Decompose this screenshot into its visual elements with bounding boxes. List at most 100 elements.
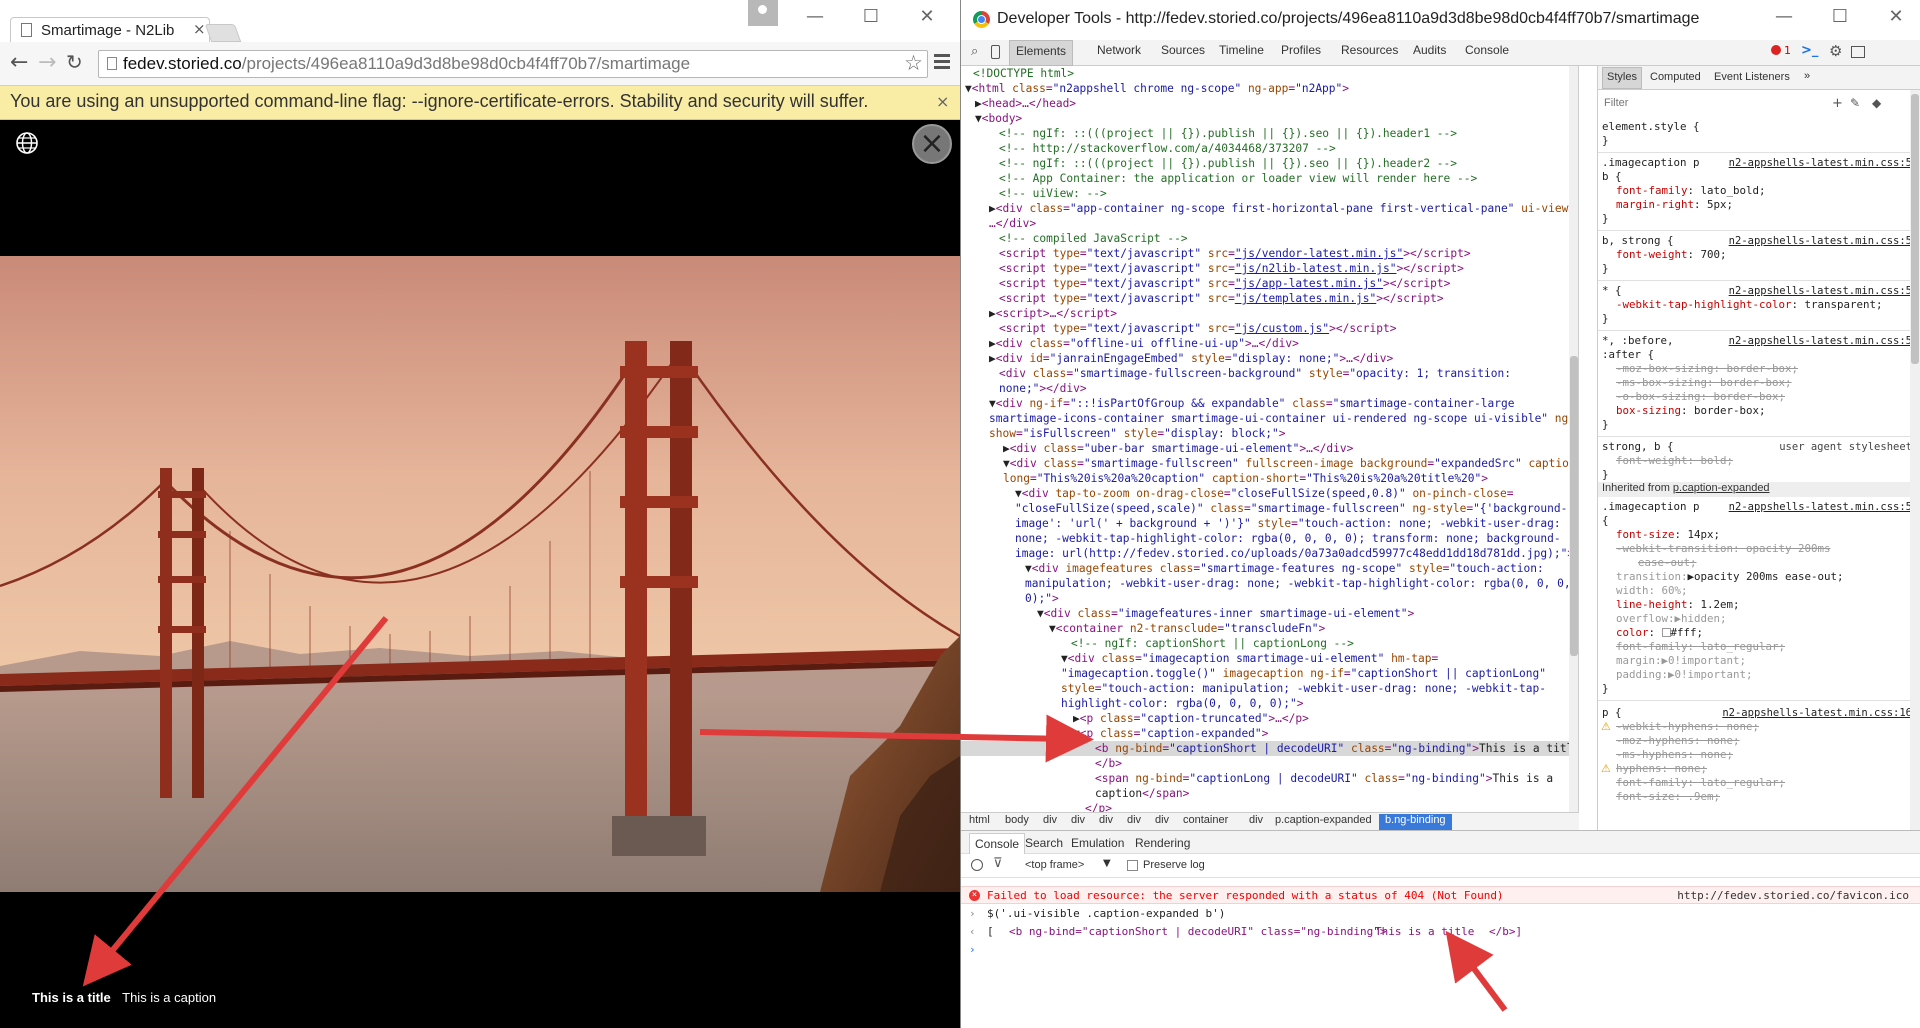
globe-icon[interactable] xyxy=(14,130,40,156)
breadcrumb-item[interactable]: body xyxy=(1005,814,1029,826)
clear-console-icon[interactable] xyxy=(971,859,983,871)
style-rule-line[interactable]: b { xyxy=(1602,170,1622,184)
tree-line[interactable]: <!DOCTYPE html> xyxy=(973,66,1074,81)
inspect-search-icon[interactable]: ⌕ xyxy=(971,44,978,59)
breadcrumb-item[interactable]: div xyxy=(1127,814,1141,826)
tree-line[interactable]: ▼<div class="imagecaption smartimage-ui-… xyxy=(1061,651,1438,666)
image-caption[interactable]: This is a title This is a caption xyxy=(32,990,216,1005)
close-window-button[interactable]: ✕ xyxy=(912,6,942,27)
style-rule-line[interactable]: margin:▶0!important; xyxy=(1616,654,1746,668)
drawer-tab-search[interactable]: Search xyxy=(1025,836,1063,850)
styles-scroll-thumb[interactable] xyxy=(1911,94,1919,364)
elements-scrollbar[interactable] xyxy=(1569,66,1578,812)
style-rule-line[interactable]: font-family: lato_regular; xyxy=(1616,776,1785,790)
breadcrumb-item[interactable]: html xyxy=(969,814,990,826)
tree-line[interactable]: …</div> xyxy=(989,216,1036,231)
style-rule-line[interactable]: .imagecaption p n2-appshells-latest.min.c… xyxy=(1602,156,1918,170)
style-rule-line[interactable]: -webkit-tap-highlight-color: transparent… xyxy=(1616,298,1883,312)
console-output[interactable]: × Failed to load resource: the server re… xyxy=(961,878,1920,1028)
tree-line[interactable]: manipulation; -webkit-user-drag: none; -… xyxy=(1025,576,1571,591)
tree-line[interactable]: <span ng-bind="captionLong | decodeURI" … xyxy=(1095,771,1553,786)
tree-line[interactable]: ▼<div ng-if="::!isPartOfGroup && expanda… xyxy=(989,396,1514,411)
tab-event-listeners[interactable]: Event Listeners xyxy=(1714,71,1790,83)
tree-line[interactable]: <div class="smartimage-fullscreen-backgr… xyxy=(999,366,1511,381)
tree-line[interactable]: ▶<p class="caption-truncated">…</p> xyxy=(1073,711,1309,726)
style-rule-line[interactable]: overflow:▶hidden; xyxy=(1616,612,1727,626)
style-rule-line[interactable]: -o-box-sizing: border-box; xyxy=(1616,390,1785,404)
tree-line[interactable]: show="isFullscreen" style="display: bloc… xyxy=(989,426,1285,441)
breadcrumb-item[interactable]: container xyxy=(1183,814,1228,826)
style-rule-line[interactable]: -ms-hyphens: none; xyxy=(1616,748,1733,762)
tab-console[interactable]: Console xyxy=(1465,43,1509,57)
tree-line[interactable]: <script type="text/javascript" src="js/c… xyxy=(999,321,1396,336)
tree-line[interactable]: ▼<div class="smartimage-fullscreen" full… xyxy=(1003,456,1578,471)
style-rule-line[interactable]: -moz-box-sizing: border-box; xyxy=(1616,362,1798,376)
drawer-tab-console[interactable]: Console xyxy=(969,833,1026,855)
style-rule-line[interactable]: -ms-box-sizing: border-box; xyxy=(1616,376,1792,390)
tree-line[interactable]: caption</span> xyxy=(1095,786,1189,801)
tree-line[interactable]: <script type="text/javascript" src="js/a… xyxy=(999,276,1450,291)
breadcrumb-item[interactable]: div xyxy=(1071,814,1085,826)
style-rule-line[interactable]: } xyxy=(1602,212,1609,226)
tree-line[interactable]: ▶<script>…</script> xyxy=(989,306,1117,321)
tree-line[interactable]: </p> xyxy=(1085,801,1112,812)
tab-sources[interactable]: Sources xyxy=(1161,43,1205,57)
tree-line[interactable]: "imagecaption.toggle()" imagecaption ng-… xyxy=(1061,666,1546,681)
console-error-line[interactable]: × Failed to load resource: the server re… xyxy=(961,886,1920,904)
elements-scroll-thumb[interactable] xyxy=(1570,356,1578,656)
tree-line[interactable]: ▼<div class="imagefeatures-inner smartim… xyxy=(1037,606,1414,621)
tree-line[interactable]: ▶<head>…</head> xyxy=(975,96,1076,111)
tab-timeline[interactable]: Timeline xyxy=(1219,43,1264,57)
tab-close-icon[interactable]: × xyxy=(193,20,206,38)
style-rule-line[interactable]: line-height: 1.2em; xyxy=(1616,598,1740,612)
tree-line[interactable]: <!-- ngIf: ::(((project || {}).publish |… xyxy=(999,156,1457,171)
tree-line[interactable]: image': 'url(' + background + ')'}" styl… xyxy=(1015,516,1561,531)
chevron-down-icon[interactable]: ▼ xyxy=(1103,858,1111,869)
settings-gear-icon[interactable]: ⚙ xyxy=(1829,42,1842,60)
user-profile-icon[interactable] xyxy=(748,0,778,26)
style-rule-line[interactable]: } xyxy=(1602,134,1609,148)
style-rule-line[interactable]: } xyxy=(1602,682,1609,696)
tab-computed[interactable]: Computed xyxy=(1650,71,1701,83)
style-rule-line[interactable]: { xyxy=(1602,514,1609,528)
tree-line[interactable]: ▼<html class="n2appshell chrome ng-scope… xyxy=(965,81,1349,96)
tab-audits[interactable]: Audits xyxy=(1413,43,1446,57)
drawer-tab-rendering[interactable]: Rendering xyxy=(1135,836,1190,850)
tree-line-selected[interactable]: <b ng-bind="captionShort | decodeURI" cl… xyxy=(961,741,1578,756)
style-rule-line[interactable]: transition:▶opacity 200ms ease-out; xyxy=(1616,570,1844,584)
tree-line[interactable]: <script type="text/javascript" src="js/v… xyxy=(999,246,1471,261)
style-rule-line[interactable]: font-size: 14px; xyxy=(1616,528,1720,542)
tree-line[interactable]: </b> xyxy=(1095,756,1122,771)
device-mode-icon[interactable] xyxy=(991,45,1000,59)
style-rule-line[interactable]: margin-right: 5px; xyxy=(1616,198,1733,212)
filter-icon[interactable]: ⊽ xyxy=(993,856,1003,871)
new-style-rule-icon[interactable]: + xyxy=(1832,96,1843,111)
breadcrumb-item[interactable]: div xyxy=(1043,814,1057,826)
tree-line[interactable]: none;"></div> xyxy=(999,381,1087,396)
minimize-button[interactable]: — xyxy=(800,6,830,27)
devtools-maximize-button[interactable]: ☐ xyxy=(1825,6,1855,27)
breadcrumb-item[interactable]: div xyxy=(1155,814,1169,826)
color-format-icon[interactable]: ◆ xyxy=(1872,96,1881,110)
tree-line[interactable]: ▼<div tap-to-zoom on-drag-close="closeFu… xyxy=(1015,486,1514,501)
tree-line[interactable]: style="touch-action: manipulation; -webk… xyxy=(1061,681,1546,696)
tree-line[interactable]: <!-- compiled JavaScript --> xyxy=(999,231,1188,246)
tree-line[interactable]: image: url(http://fedev.storied.co/uploa… xyxy=(1015,546,1574,561)
reload-icon[interactable]: ↻ xyxy=(66,50,83,74)
style-rule-line[interactable]: font-size: .9em; xyxy=(1616,790,1720,804)
style-rule-line[interactable]: :after { xyxy=(1602,348,1654,362)
tab-more[interactable]: » xyxy=(1804,70,1810,82)
tree-line[interactable]: ▶<div id="janrainEngageEmbed" style="dis… xyxy=(989,351,1393,366)
style-rule-line[interactable]: b, strong {n2-appshells-latest.min.css:5 xyxy=(1602,234,1918,248)
style-rule-line[interactable]: font-weight: 700; xyxy=(1616,248,1727,262)
tree-line[interactable]: <!-- uiView: --> xyxy=(999,186,1107,201)
browser-tab[interactable]: Smartimage - N2Lib × xyxy=(10,17,210,42)
forward-icon[interactable]: → xyxy=(38,50,56,75)
style-rule-line[interactable]: font-family: lato_bold; xyxy=(1616,184,1766,198)
toggle-element-state-icon[interactable]: ✎ xyxy=(1850,96,1860,110)
style-rule-line[interactable]: box-sizing: border-box; xyxy=(1616,404,1766,418)
tree-line[interactable]: ▼<container n2-transclude="transcludeFn"… xyxy=(1049,621,1325,636)
frame-select[interactable]: <top frame> xyxy=(1025,859,1084,871)
style-rule-line[interactable]: -moz-hyphens: none; xyxy=(1616,734,1740,748)
style-rule-line[interactable]: element.style { xyxy=(1602,120,1700,134)
